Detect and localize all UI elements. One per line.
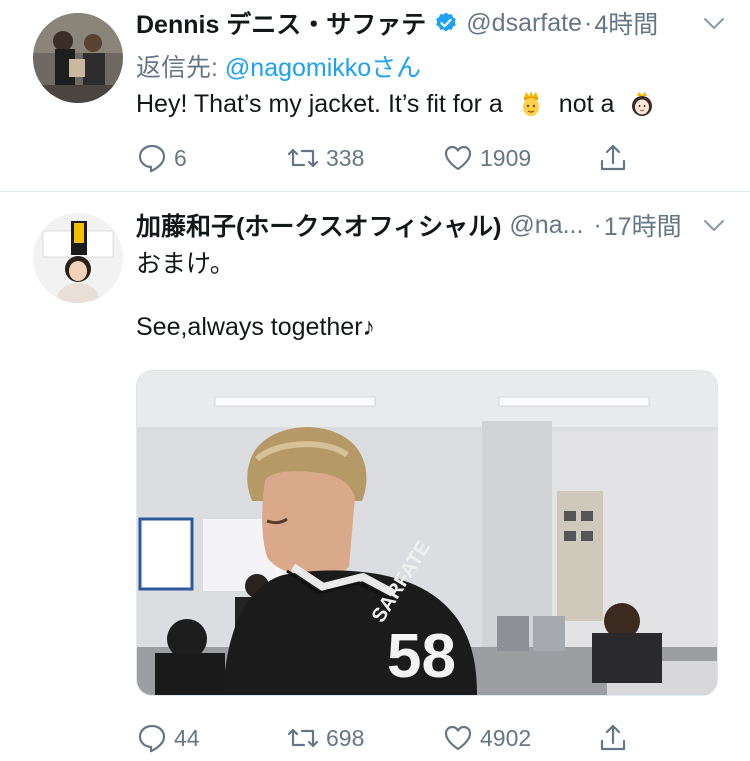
share-icon bbox=[600, 144, 626, 171]
separator-dot: · bbox=[593, 210, 602, 239]
like-icon bbox=[444, 145, 472, 171]
reply-icon bbox=[138, 144, 166, 173]
retweet-button[interactable]: 338 bbox=[286, 140, 364, 176]
retweet-count: 698 bbox=[326, 724, 365, 751]
tweet-text-line: おまけ。 bbox=[136, 250, 235, 278]
handle[interactable]: @dsarfate bbox=[466, 9, 582, 38]
tweet-text-line: See,always together♪ bbox=[136, 313, 376, 341]
tweet-header: 加藤和子(ホークスオフィシャル) @na... · 17時間 bbox=[136, 208, 726, 242]
retweet-icon bbox=[287, 728, 319, 748]
chevron-down-icon[interactable] bbox=[702, 11, 726, 35]
like-button[interactable]: 1909 bbox=[442, 140, 531, 176]
timestamp[interactable]: 17時間 bbox=[604, 207, 682, 243]
share-button[interactable] bbox=[597, 720, 629, 756]
reply-count: 6 bbox=[174, 144, 187, 171]
princess-emoji bbox=[628, 89, 656, 117]
handle[interactable]: @na... bbox=[509, 211, 583, 240]
share-icon bbox=[600, 724, 626, 751]
display-name[interactable]: 加藤和子(ホークスオフィシャル) bbox=[136, 207, 501, 243]
separator-dot: · bbox=[584, 8, 593, 37]
reply-icon bbox=[138, 724, 166, 753]
like-count: 1909 bbox=[480, 144, 532, 171]
avatar[interactable] bbox=[33, 13, 123, 103]
tweet-text-part-2: not a bbox=[558, 90, 615, 118]
reply-context: 返信先: @nagomikkoさん bbox=[136, 48, 421, 84]
reply-button[interactable]: 44 bbox=[136, 720, 200, 756]
like-icon bbox=[444, 725, 472, 751]
display-name[interactable]: Dennis デニス・サファテ bbox=[136, 5, 426, 41]
tweet-actions: 6 338 1909 bbox=[136, 140, 636, 176]
like-count: 4902 bbox=[480, 724, 532, 751]
tweet-text-part-1: Hey! That’s my jacket. It’s fit for a bbox=[136, 90, 503, 118]
retweet-icon bbox=[287, 148, 319, 168]
tweet-divider bbox=[0, 191, 750, 192]
avatar[interactable] bbox=[33, 213, 123, 303]
tweet-photo[interactable]: SARFATE 58 bbox=[136, 370, 718, 696]
reply-mention-link[interactable]: @nagomikkoさん bbox=[225, 54, 421, 82]
tweet-header: Dennis デニス・サファテ @dsarfate · 4時間 bbox=[136, 6, 726, 40]
retweet-button[interactable]: 698 bbox=[286, 720, 364, 756]
tweet-actions: 44 698 4902 bbox=[136, 720, 636, 756]
retweet-count: 338 bbox=[326, 144, 365, 171]
tweet[interactable]: Dennis デニス・サファテ @dsarfate · 4時間 返信先: @na… bbox=[0, 0, 750, 192]
reply-prefix: 返信先: bbox=[136, 54, 225, 82]
verified-badge-icon bbox=[434, 11, 458, 35]
share-button[interactable] bbox=[597, 140, 629, 176]
prince-emoji bbox=[517, 89, 545, 117]
chevron-down-icon[interactable] bbox=[702, 213, 726, 237]
timestamp[interactable]: 4時間 bbox=[594, 5, 658, 41]
jersey-number: 58 bbox=[387, 622, 456, 691]
reply-button[interactable]: 6 bbox=[136, 140, 187, 176]
reply-count: 44 bbox=[174, 724, 200, 751]
like-button[interactable]: 4902 bbox=[442, 720, 531, 756]
tweet-text: Hey! That’s my jacket. It’s fit for a no… bbox=[136, 88, 670, 120]
tweet[interactable]: 加藤和子(ホークスオフィシャル) @na... · 17時間 おまけ。 See,… bbox=[0, 193, 750, 761]
